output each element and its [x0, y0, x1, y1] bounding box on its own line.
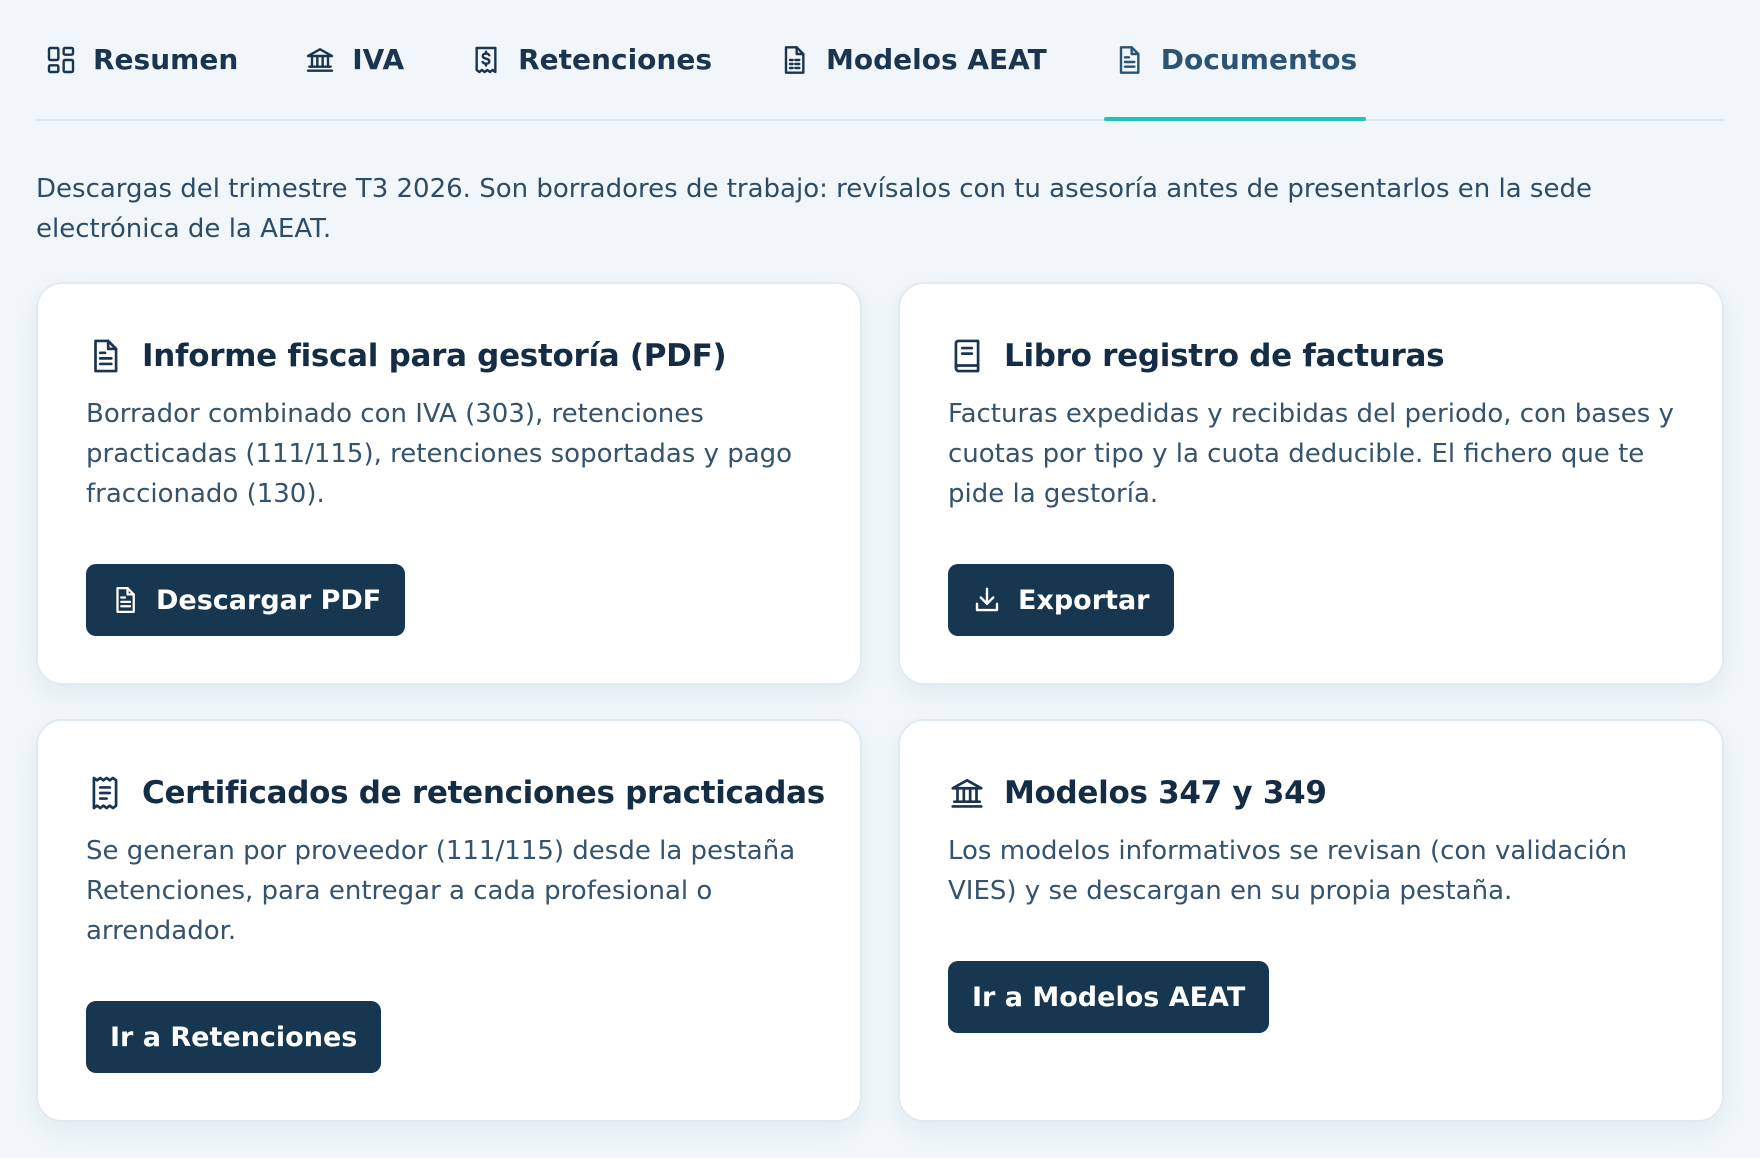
- tab-resumen[interactable]: Resumen: [36, 0, 247, 119]
- tab-documentos[interactable]: Documentos: [1103, 0, 1367, 121]
- button-label: Descargar PDF: [156, 584, 382, 616]
- card-title: Informe fiscal para gestoría (PDF): [142, 338, 727, 374]
- card-description: Facturas expedidas y recibidas del perio…: [948, 399, 1674, 509]
- card-header: Libro registro de facturas: [948, 334, 1674, 378]
- tab-label: Modelos AEAT: [826, 43, 1047, 76]
- card-modelos-347-349: Modelos 347 y 349 Los modelos informativ…: [898, 719, 1724, 1122]
- document-icon: [110, 585, 140, 615]
- documents-page: Resumen IVA Retenciones Modelos AEAT Doc…: [0, 0, 1760, 1158]
- card-certificados: Certificados de retenciones practicadas …: [36, 719, 862, 1122]
- card-description: Borrador combinado con IVA (303), retenc…: [86, 399, 793, 509]
- receipt-dollar-icon: [470, 44, 502, 76]
- tab-label: IVA: [352, 43, 405, 76]
- go-to-retenciones-button[interactable]: Ir a Retenciones: [86, 1001, 382, 1073]
- card-title: Certificados de retenciones practicadas: [142, 775, 825, 811]
- card-title: Libro registro de facturas: [1004, 338, 1445, 374]
- card-header: Informe fiscal para gestoría (PDF): [86, 334, 812, 378]
- card-header: Modelos 347 y 349: [948, 771, 1674, 815]
- button-label: Ir a Retenciones: [110, 1021, 358, 1053]
- book-icon: [948, 337, 986, 375]
- card-libro-registro: Libro registro de facturas Facturas expe…: [898, 282, 1724, 685]
- receipt-icon: [86, 774, 124, 812]
- tab-retenciones[interactable]: Retenciones: [461, 0, 721, 119]
- button-label: Exportar: [1018, 584, 1150, 616]
- button-label: Ir a Modelos AEAT: [972, 981, 1246, 1013]
- download-icon: [972, 585, 1002, 615]
- document-icon: [86, 337, 124, 375]
- tab-label: Documentos: [1160, 43, 1358, 76]
- go-to-modelos-aeat-button[interactable]: Ir a Modelos AEAT: [948, 961, 1270, 1033]
- spreadsheet-document-icon: [778, 44, 810, 76]
- bank-icon: [304, 44, 336, 76]
- card-description: Se generan por proveedor (111/115) desde…: [86, 836, 796, 946]
- intro-text: Descargas del trimestre T3 2026. Son bor…: [36, 174, 1592, 244]
- tab-label: Resumen: [93, 43, 239, 76]
- tab-iva[interactable]: IVA: [295, 0, 413, 119]
- bank-icon: [948, 774, 986, 812]
- card-description: Los modelos informativos se revisan (con…: [948, 836, 1628, 906]
- documents-grid: Informe fiscal para gestoría (PDF) Borra…: [36, 282, 1724, 1122]
- tab-bar: Resumen IVA Retenciones Modelos AEAT Doc…: [36, 0, 1724, 121]
- card-informe-fiscal: Informe fiscal para gestoría (PDF) Borra…: [36, 282, 862, 685]
- document-icon: [1113, 44, 1145, 76]
- dashboard-icon: [45, 44, 77, 76]
- tab-label: Retenciones: [518, 43, 712, 76]
- card-title: Modelos 347 y 349: [1004, 775, 1327, 811]
- card-header: Certificados de retenciones practicadas: [86, 771, 825, 815]
- export-button[interactable]: Exportar: [948, 564, 1174, 636]
- tab-modelos-aeat[interactable]: Modelos AEAT: [769, 0, 1056, 119]
- download-pdf-button[interactable]: Descargar PDF: [86, 564, 406, 636]
